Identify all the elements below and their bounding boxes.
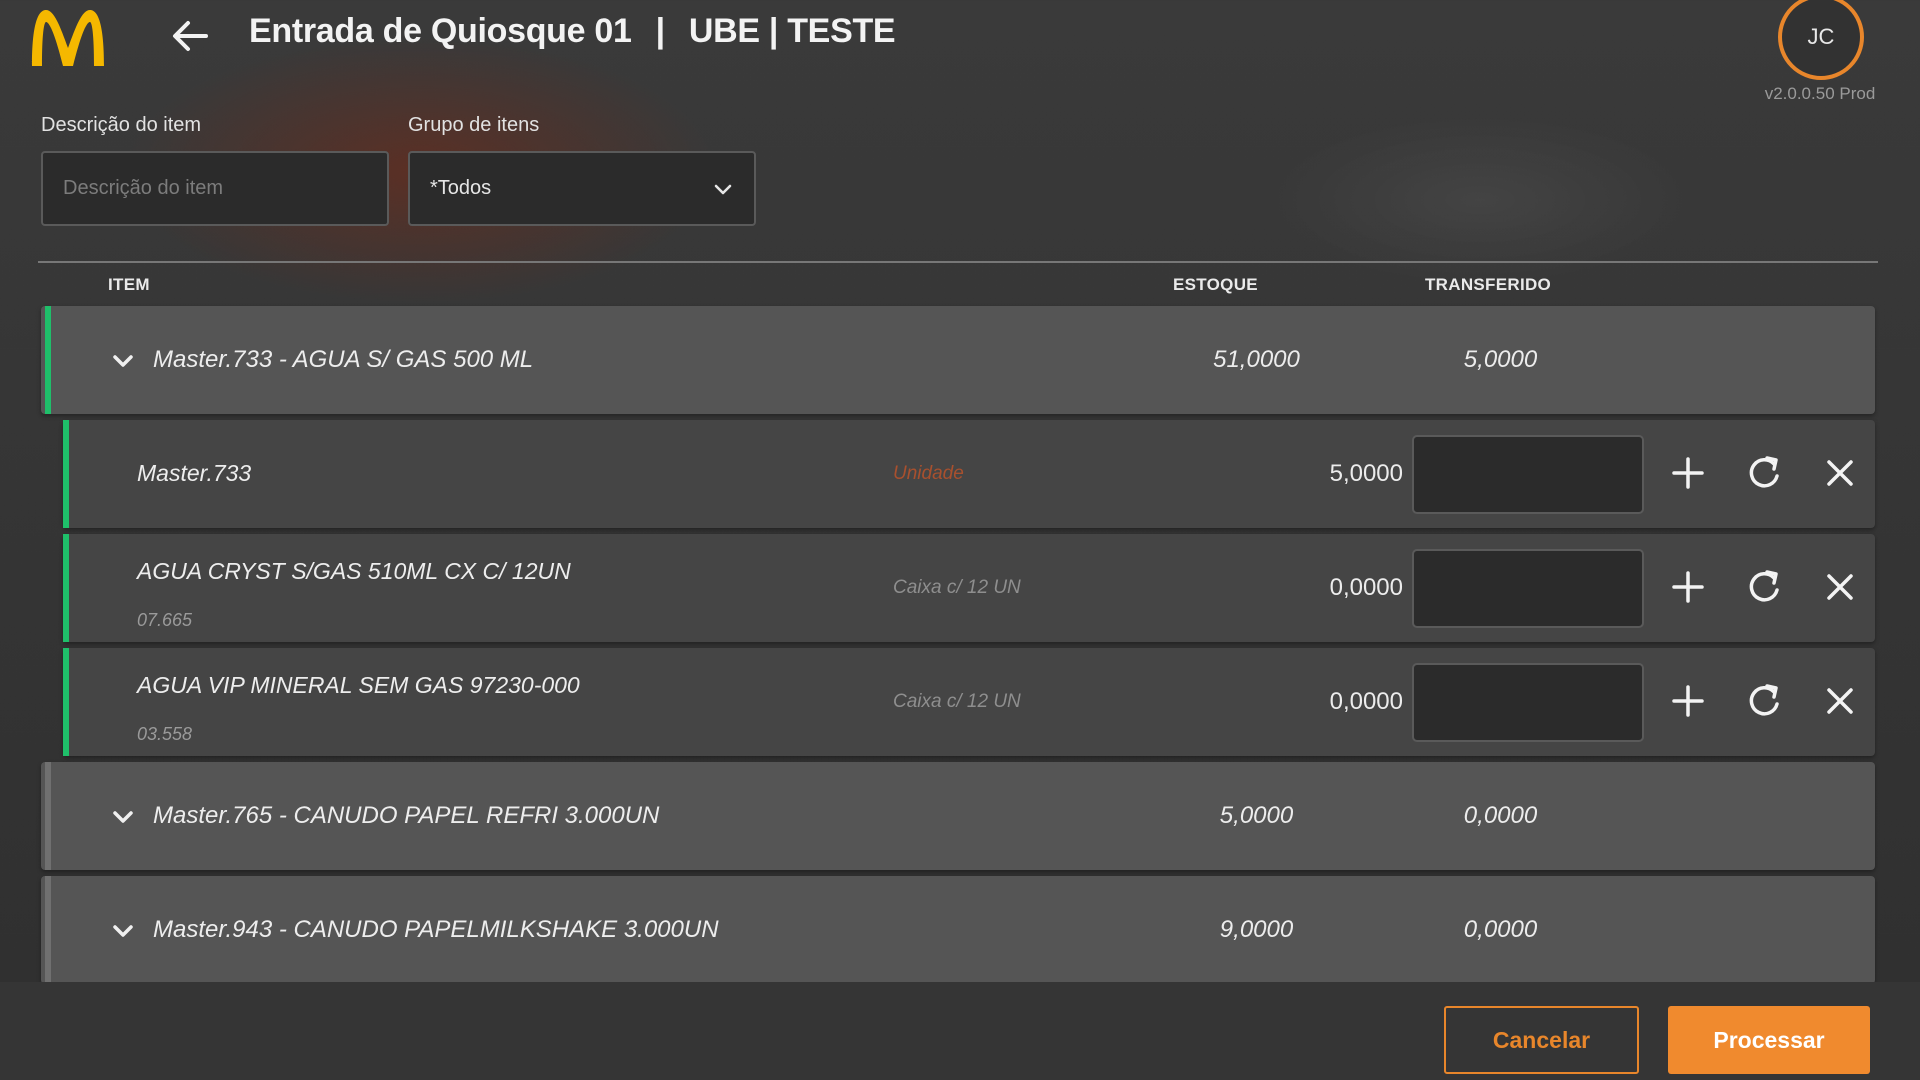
description-label: Descrição do item [41, 114, 202, 136]
group-row[interactable]: Master.943 - CANUDO PAPELMILKSHAKE 3.000… [41, 876, 1875, 984]
refresh-icon[interactable] [1743, 680, 1785, 722]
item-status-bar [63, 534, 69, 642]
group-estoque: 5,0000 [1219, 802, 1294, 829]
item-quantity: 0,0000 [1329, 688, 1403, 715]
group-name: Master.765 - CANUDO PAPEL REFRI 3.000UN [153, 802, 660, 829]
item-unit: Caixa c/ 12 UN [893, 691, 1021, 712]
group-transferido: 5,0000 [1463, 346, 1538, 373]
title-separator: | [655, 12, 666, 50]
store-title: UBE | TESTE [688, 12, 896, 50]
chevron-down-icon [714, 184, 732, 194]
group-select[interactable]: *Todos [408, 151, 756, 226]
kiosk-title: Entrada de Quiosque 01 [249, 12, 632, 50]
mcdonalds-logo [32, 10, 104, 66]
group-transferido: 0,0000 [1463, 802, 1538, 829]
group-status-bar [45, 762, 51, 870]
item-row: AGUA VIP MINERAL SEM GAS 97230-000 03.55… [63, 648, 1875, 756]
group-estoque: 9,0000 [1219, 916, 1294, 943]
item-row: AGUA CRYST S/GAS 510ML CX C/ 12UN 07.665… [63, 534, 1875, 642]
item-status-bar [63, 648, 69, 756]
arrow-left-icon[interactable] [168, 14, 212, 58]
item-quantity-input[interactable] [1412, 435, 1644, 514]
chevron-down-icon[interactable] [109, 347, 137, 375]
description-search-input[interactable] [41, 151, 389, 226]
avatar-initials: JC [1807, 24, 1835, 49]
plus-icon[interactable] [1667, 452, 1709, 494]
item-unit: Unidade [893, 463, 964, 484]
group-status-bar [45, 876, 51, 984]
item-code: 03.558 [137, 724, 193, 744]
version-label: v2.0.0.50 Prod [1764, 84, 1876, 103]
item-quantity: 5,0000 [1329, 460, 1403, 487]
column-header-transferido: TRANSFERIDO [1425, 275, 1552, 294]
item-unit: Caixa c/ 12 UN [893, 577, 1021, 598]
item-status-bar [63, 420, 69, 528]
table-divider [38, 261, 1878, 263]
user-avatar[interactable]: JC [1778, 0, 1864, 80]
group-name: Master.733 - AGUA S/ GAS 500 ML [153, 346, 534, 373]
item-quantity: 0,0000 [1329, 574, 1403, 601]
plus-icon[interactable] [1667, 680, 1709, 722]
refresh-icon[interactable] [1743, 452, 1785, 494]
column-header-estoque: ESTOQUE [1173, 275, 1258, 294]
plus-icon[interactable] [1667, 566, 1709, 608]
item-name: AGUA VIP MINERAL SEM GAS 97230-000 [137, 672, 580, 698]
item-name: AGUA CRYST S/GAS 510ML CX C/ 12UN [137, 558, 571, 584]
group-label: Grupo de itens [408, 114, 540, 136]
close-icon[interactable] [1819, 566, 1861, 608]
group-estoque: 51,0000 [1213, 346, 1300, 373]
item-name: Master.733 [137, 460, 252, 486]
item-quantity-input[interactable] [1412, 549, 1644, 628]
column-header-item: ITEM [108, 275, 150, 294]
group-row[interactable]: Master.765 - CANUDO PAPEL REFRI 3.000UN … [41, 762, 1875, 870]
cancel-button[interactable]: Cancelar [1444, 1006, 1639, 1074]
close-icon[interactable] [1819, 680, 1861, 722]
group-row[interactable]: Master.733 - AGUA S/ GAS 500 ML 51,0000 … [41, 306, 1875, 414]
page-title: Entrada de Quiosque 01 | UBE | TESTE [249, 12, 896, 51]
refresh-icon[interactable] [1743, 566, 1785, 608]
group-selected-value: *Todos [430, 177, 492, 199]
item-quantity-input[interactable] [1412, 663, 1644, 742]
chevron-down-icon[interactable] [109, 917, 137, 945]
item-row: Master.733 Unidade 5,0000 [63, 420, 1875, 528]
chevron-down-icon[interactable] [109, 803, 137, 831]
group-status-bar [45, 306, 51, 414]
group-name: Master.943 - CANUDO PAPELMILKSHAKE 3.000… [153, 916, 719, 943]
item-code: 07.665 [137, 610, 193, 630]
process-button[interactable]: Processar [1668, 1006, 1870, 1074]
close-icon[interactable] [1819, 452, 1861, 494]
group-transferido: 0,0000 [1463, 916, 1538, 943]
